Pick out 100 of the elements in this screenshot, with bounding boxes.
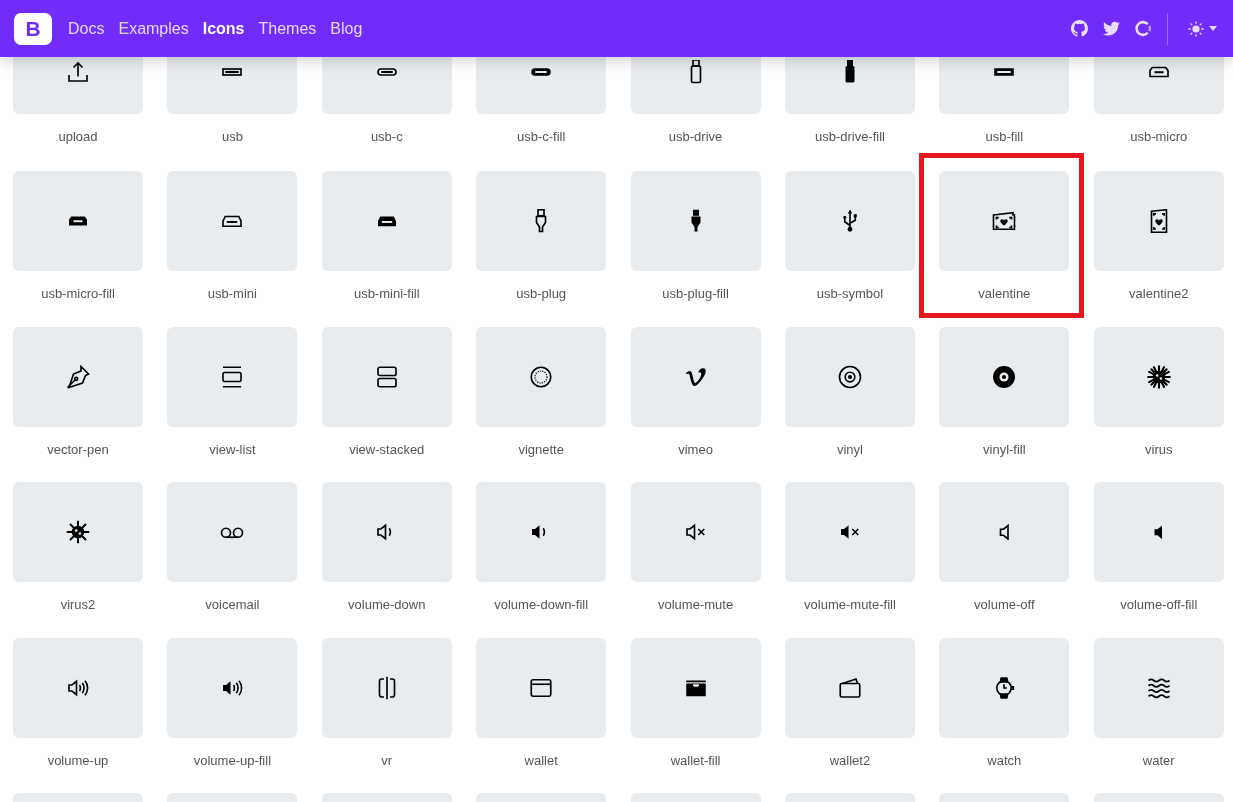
icon-tile[interactable] [939, 637, 1070, 738]
nav-link[interactable]: Icons [202, 19, 245, 38]
icon-name: usb-micro [1130, 129, 1188, 144]
icon-tile[interactable] [630, 326, 761, 427]
icon-tile[interactable] [13, 637, 143, 738]
icon-tile[interactable] [784, 57, 915, 114]
disc-icon [992, 364, 1017, 389]
icon-name: upload [58, 129, 98, 144]
icon-tile[interactable] [939, 482, 1070, 582]
icon-tile[interactable] [13, 326, 143, 427]
icon-name: view-stacked [349, 441, 425, 457]
icon-name: virus [1145, 441, 1173, 457]
icon-name: volume-up [47, 752, 109, 768]
virus-icon [1146, 364, 1171, 389]
speaker-icon [999, 523, 1010, 541]
circle-icon [529, 364, 554, 389]
icon-name: watch [987, 752, 1022, 768]
icon-tile[interactable] [630, 482, 761, 582]
icon-name: volume-down-fill [494, 597, 589, 612]
icon-tile[interactable] [1093, 482, 1224, 582]
icon-name: usb [221, 129, 243, 144]
icon-name: vinyl [836, 441, 863, 457]
icon-name: volume-off-fill [1120, 597, 1198, 612]
list-icon [220, 364, 245, 389]
icon-name: usb-drive [668, 129, 723, 144]
icon-name: vignette [518, 441, 564, 457]
bird-icon[interactable] [1103, 20, 1120, 37]
icon-tile[interactable] [476, 637, 607, 738]
icon-tile[interactable] [1093, 57, 1224, 114]
icon-name: usb-fill [985, 129, 1024, 144]
icon-tile[interactable] [1093, 326, 1224, 427]
icon-name: wallet-fill [670, 752, 721, 768]
disc-icon [837, 364, 862, 389]
icon-tile[interactable] [167, 171, 298, 271]
icon-tile[interactable] [939, 57, 1070, 114]
icon-name: virus2 [60, 597, 96, 612]
icon-name: usb-mini [207, 286, 257, 301]
wallet-icon [837, 675, 862, 700]
icon-tile[interactable] [321, 171, 452, 271]
icon-tile[interactable] [630, 171, 761, 271]
icon-tile[interactable] [321, 57, 452, 114]
icon-name: valentine2 [1129, 286, 1189, 301]
icon-name: usb-drive-fill [814, 129, 885, 144]
icon-name: usb-symbol [816, 286, 884, 301]
speaker-icon [1153, 523, 1164, 541]
icon-name: usb-c-fill [516, 129, 566, 144]
icon-tile[interactable] [630, 57, 761, 114]
nav-link[interactable]: Examples [118, 19, 189, 38]
icon-tile[interactable] [784, 326, 915, 427]
icon-name: valentine [978, 286, 1031, 301]
icon-name: volume-off [974, 597, 1035, 612]
icon-tile[interactable] [167, 637, 298, 738]
icon-tile[interactable] [784, 637, 915, 738]
icon-tile[interactable] [1093, 637, 1224, 738]
stacked-rectangles-icon [374, 364, 399, 389]
icon-tile[interactable] [784, 171, 915, 271]
icon-name: view-list [209, 441, 256, 457]
logo[interactable]: B [14, 12, 52, 45]
icon-name: wallet2 [829, 752, 871, 768]
icon-name: usb-plug [516, 286, 567, 301]
nav-link[interactable]: Blog [330, 19, 363, 38]
icon-tile[interactable] [476, 326, 607, 427]
sun-icon[interactable] [1188, 20, 1204, 37]
icon-tile[interactable] [476, 171, 607, 271]
icon-tile[interactable] [167, 57, 298, 114]
icon-name: voicemail [205, 597, 260, 612]
icon-name: usb-plug-fill [662, 286, 729, 301]
icon-name: vector-pen [47, 441, 109, 457]
icon-name: volume-mute [658, 597, 734, 612]
icon-name: wallet [524, 752, 558, 768]
github-icon[interactable] [1071, 20, 1088, 37]
icon-tile[interactable] [784, 482, 915, 582]
icon-tile[interactable] [167, 482, 298, 582]
icon-tile[interactable] [630, 637, 761, 738]
pen-nib-icon [66, 364, 90, 389]
nav-link[interactable]: Themes [258, 19, 317, 38]
icon-tile[interactable] [321, 326, 452, 427]
icon-name: vr [381, 752, 393, 768]
icon-name: usb-c [370, 129, 403, 144]
icon-tile[interactable] [321, 482, 452, 582]
icon-tile[interactable] [939, 171, 1070, 271]
icon-name: usb-mini-fill [353, 286, 420, 301]
icon-name: vinyl-fill [983, 441, 1026, 457]
icon-tile[interactable] [476, 482, 607, 582]
icon-tile[interactable] [476, 57, 607, 114]
icon-tile[interactable] [13, 482, 143, 582]
icon-name: volume-mute-fill [804, 597, 896, 612]
icon-tile[interactable] [13, 57, 143, 114]
icon-tile[interactable] [13, 171, 143, 271]
icon-name: usb-micro-fill [41, 286, 115, 301]
icon-tile[interactable] [167, 326, 298, 427]
icon-tile[interactable] [1093, 171, 1224, 271]
icon-name: volume-down [348, 597, 426, 612]
icon-tile[interactable] [939, 326, 1070, 427]
icon-name: water [1142, 752, 1175, 768]
icon-tile[interactable] [321, 637, 452, 738]
ring-icon[interactable] [1135, 20, 1152, 37]
icon-name: vimeo [678, 441, 713, 457]
caret-icon[interactable] [1209, 26, 1217, 31]
nav-link[interactable]: Docs [68, 19, 105, 38]
